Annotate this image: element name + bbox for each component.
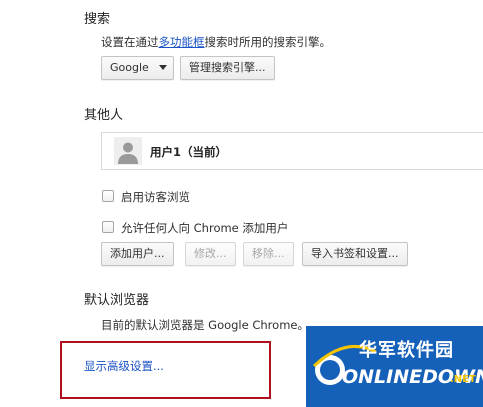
default-browser-description: 目前的默认浏览器是 Google Chrome。 [101,318,309,332]
remove-user-button[interactable]: 移除... [243,242,294,266]
search-desc-prefix: 设置在通过 [101,35,159,49]
user-silhouette-icon [118,142,138,164]
search-engine-selected: Google [110,61,149,74]
chevron-down-icon [158,64,167,70]
add-user-button[interactable]: 添加用户... [101,242,174,266]
watermark-suffix-text: .NET [450,374,476,385]
watermark-cn-text: 华军软件园 [359,340,454,361]
profile-name: 用户1（当前） [150,145,228,159]
search-desc-suffix: 搜索时所用的搜索引擎。 [204,35,332,49]
watermark-logo: 华军软件园 ONLINEDOWN .NET [306,326,483,407]
profile-item-current[interactable]: 用户1（当前） [102,133,483,169]
people-heading: 其他人 [84,108,124,123]
edit-user-button[interactable]: 修改... [185,242,236,266]
search-engine-dropdown[interactable]: Google [101,56,174,80]
guest-browsing-checkbox[interactable] [102,190,114,202]
search-description: 设置在通过多功能框搜索时所用的搜索引擎。 [101,34,331,50]
allow-add-user-checkbox[interactable] [102,221,114,233]
guest-browsing-label: 启用访客浏览 [121,190,190,204]
omnibox-link[interactable]: 多功能框 [159,35,205,49]
search-heading: 搜索 [84,12,111,27]
import-bookmarks-button[interactable]: 导入书签和设置... [302,242,408,266]
avatar [114,137,142,165]
default-browser-heading: 默认浏览器 [84,293,150,308]
profile-list: 用户1（当前） [101,132,483,170]
allow-add-user-label: 允许任何人向 Chrome 添加用户 [121,221,289,235]
manage-search-engines-button[interactable]: 管理搜索引擎... [180,56,275,80]
show-advanced-settings-link[interactable]: 显示高级设置... [84,358,164,374]
